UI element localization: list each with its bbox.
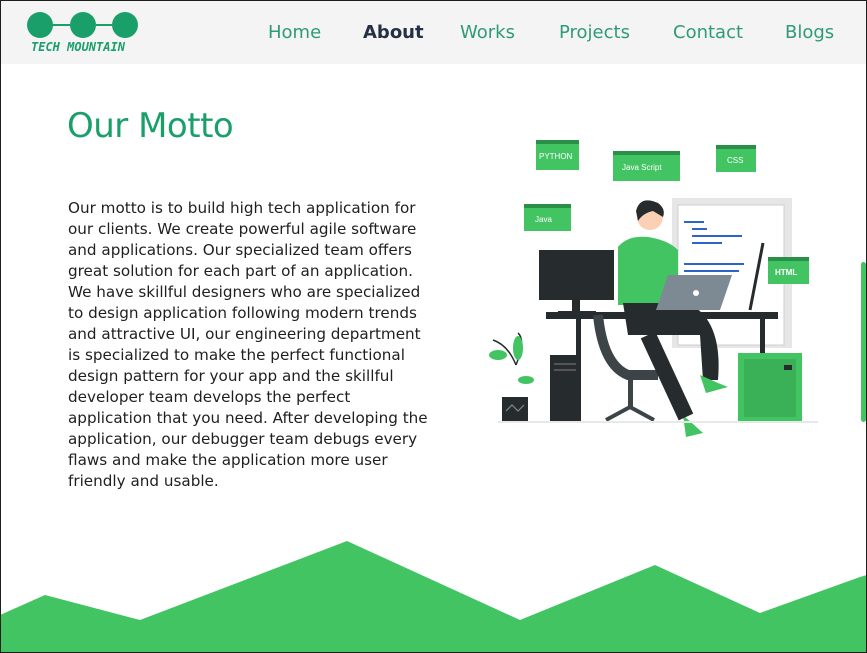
navbar: TECH MOUNTAIN Home About Works Projects … bbox=[0, 0, 867, 64]
html-tag: HTML bbox=[768, 257, 809, 284]
css-tag: CSS bbox=[716, 145, 756, 172]
developer-illustration: PYTHON Java Script CSS Java HTML bbox=[489, 140, 818, 437]
page-title: Our Motto bbox=[67, 106, 234, 146]
tech-mountain-logo[interactable]: TECH MOUNTAIN bbox=[26, 10, 141, 56]
scrollbar-thumb[interactable] bbox=[861, 262, 866, 422]
mountains-decoration bbox=[0, 541, 867, 653]
nav-works[interactable]: Works bbox=[460, 22, 515, 43]
javascript-tag: Java Script bbox=[613, 151, 680, 181]
motto-paragraph: Our motto is to build high tech applicat… bbox=[68, 199, 428, 490]
logo-wordmark: TECH MOUNTAIN bbox=[31, 40, 125, 54]
nav-projects[interactable]: Projects bbox=[559, 22, 630, 43]
svg-text:Java Script: Java Script bbox=[622, 163, 662, 172]
logo-circles-icon bbox=[27, 12, 138, 38]
svg-text:PYTHON: PYTHON bbox=[539, 152, 573, 161]
nav-blogs[interactable]: Blogs bbox=[785, 22, 834, 43]
svg-text:CSS: CSS bbox=[727, 156, 743, 165]
python-tag: PYTHON bbox=[536, 140, 579, 170]
svg-text:HTML: HTML bbox=[775, 268, 797, 277]
nav-home[interactable]: Home bbox=[268, 22, 321, 43]
nav-contact[interactable]: Contact bbox=[673, 22, 743, 43]
nav-about[interactable]: About bbox=[363, 22, 424, 43]
svg-text:Java: Java bbox=[535, 215, 552, 224]
java-tag: Java bbox=[524, 204, 571, 231]
